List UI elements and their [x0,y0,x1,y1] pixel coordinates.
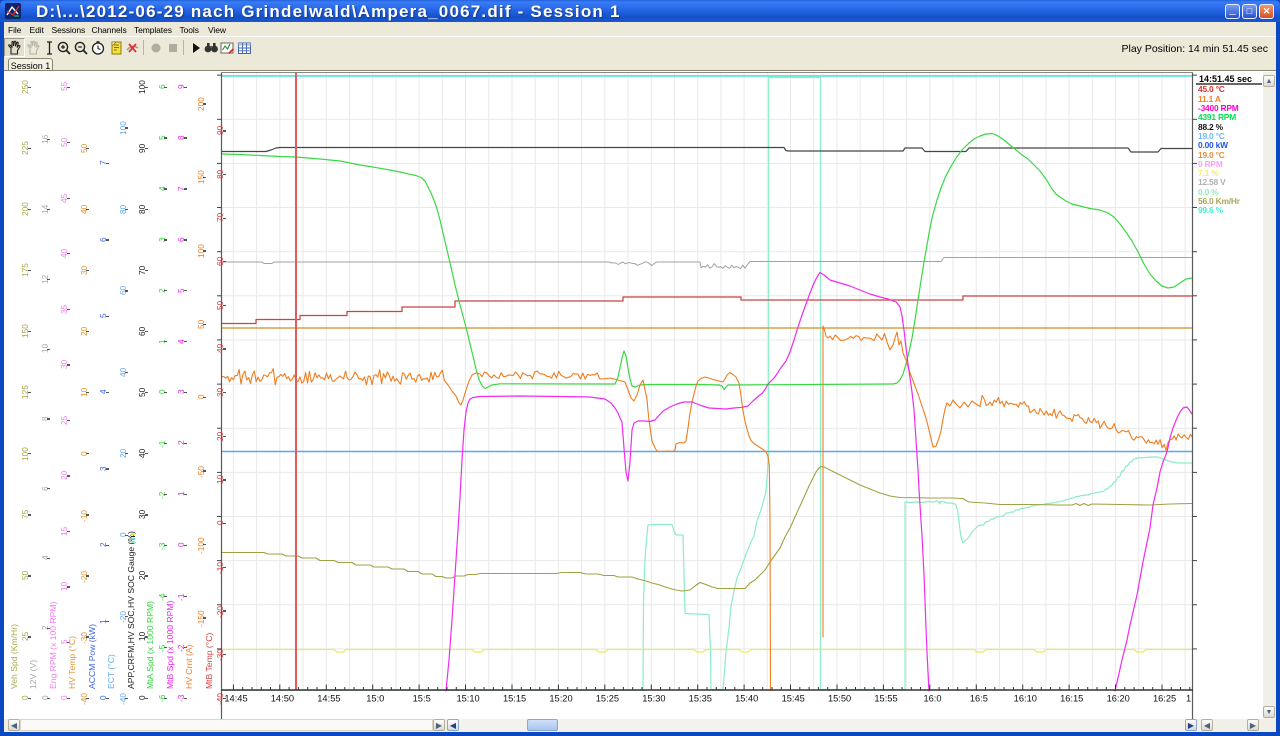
svg-text:15:45: 15:45 [782,694,805,704]
svg-text:16:0: 16:0 [923,694,941,704]
svg-text:16:5: 16:5 [970,694,988,704]
svg-text:16:10: 16:10 [1014,694,1037,704]
svg-text:15:15: 15:15 [503,694,526,704]
svg-text:14:45: 14:45 [224,694,247,704]
svg-text:15:20: 15:20 [549,694,572,704]
svg-text:16:25: 16:25 [1153,694,1176,704]
svg-text:14:50: 14:50 [271,694,294,704]
svg-text:1: 1 [1186,694,1191,704]
svg-text:16:15: 16:15 [1060,694,1083,704]
svg-text:15:0: 15:0 [366,694,384,704]
svg-text:15:25: 15:25 [596,694,619,704]
svg-text:15:5: 15:5 [413,694,431,704]
svg-text:15:55: 15:55 [874,694,897,704]
svg-text:16:20: 16:20 [1107,694,1130,704]
svg-text:15:35: 15:35 [689,694,712,704]
svg-text:15:10: 15:10 [456,694,479,704]
svg-text:15:40: 15:40 [735,694,758,704]
svg-text:14:55: 14:55 [317,694,340,704]
svg-text:15:50: 15:50 [828,694,851,704]
svg-text:15:30: 15:30 [642,694,665,704]
